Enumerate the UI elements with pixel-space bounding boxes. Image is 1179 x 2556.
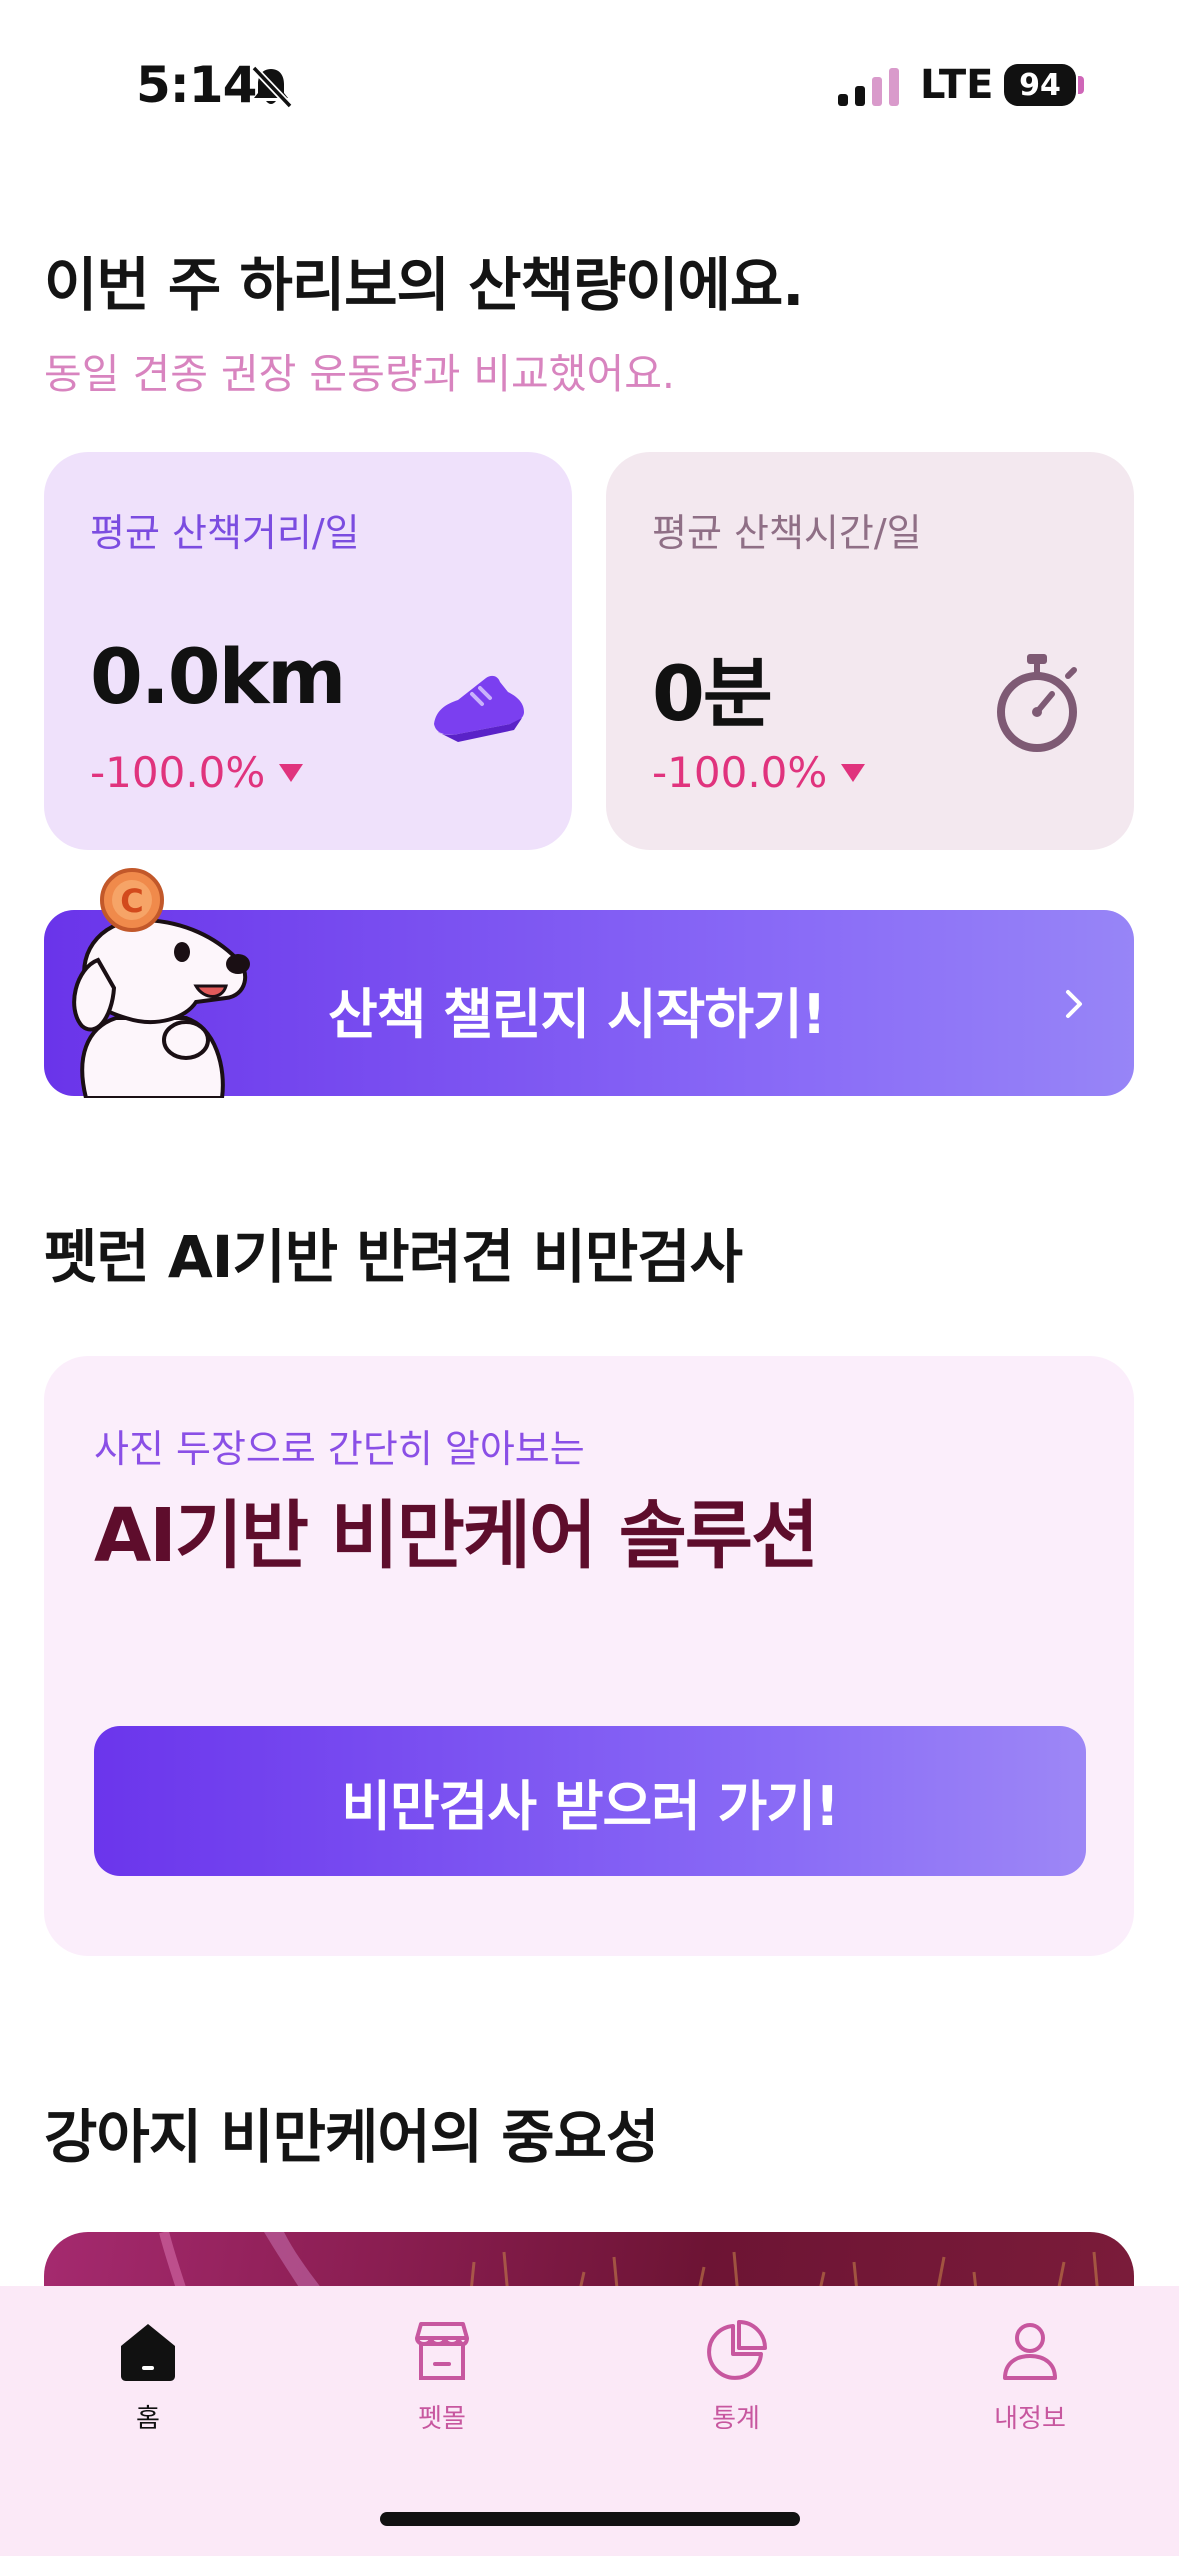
battery-level: 94 <box>1019 67 1061 103</box>
distance-value: 0.0km <box>90 632 346 721</box>
distance-label: 평균 산책거리/일 <box>90 511 360 555</box>
time-label: 평균 산책시간/일 <box>652 511 922 555</box>
tab-label-home: 홈 <box>136 2404 160 2434</box>
home-indicator <box>380 2512 800 2526</box>
ai-section-title: 펫런 AI기반 반려견 비만검사 <box>44 1223 743 1291</box>
walk-summary-title: 이번 주 하리보의 산책량이에요. <box>44 251 804 319</box>
tab-label-my-info: 내정보 <box>994 2404 1066 2434</box>
pie-chart-icon <box>707 2320 767 2380</box>
bell-muted-icon <box>251 65 293 109</box>
shoe-icon <box>434 675 524 742</box>
challenge-label: 산책 챌린지 시작하기! <box>328 983 826 1046</box>
signal-strength-icon <box>838 68 899 106</box>
coin-letter: C <box>120 882 143 920</box>
home-screen: 5:14 LTE 94 이번 주 하리보의 산책량이에요. 동일 견종 권장 운… <box>0 0 1179 2556</box>
time-change-value: -100.0% <box>652 748 828 797</box>
store-icon <box>415 2322 469 2380</box>
status-time: 5:14 <box>136 56 257 114</box>
tab-home[interactable]: 홈 <box>48 2318 248 2448</box>
distance-change: -100.0% <box>90 748 304 797</box>
ai-card-title: AI기반 비만케어 솔루션 <box>94 1493 819 1579</box>
home-icon <box>121 2324 175 2381</box>
importance-section-title: 강아지 비만케어의 중요성 <box>44 2103 659 2171</box>
tab-petmall[interactable]: 펫몰 <box>342 2318 542 2448</box>
dog-mascot-illustration: C <box>72 868 250 1098</box>
time-change: -100.0% <box>652 748 866 797</box>
tab-statistics[interactable]: 통계 <box>636 2318 836 2448</box>
tab-my-info[interactable]: 내정보 <box>930 2318 1130 2448</box>
tab-label-petmall: 펫몰 <box>418 2404 466 2434</box>
status-bar: 5:14 LTE 94 <box>0 0 1179 150</box>
down-triangle-icon <box>841 763 866 782</box>
time-stat-card[interactable]: 평균 산책시간/일 0분 -100.0% <box>606 452 1134 850</box>
distance-change-value: -100.0% <box>90 748 266 797</box>
ai-card-subtitle: 사진 두장으로 간단히 알아보는 <box>94 1427 585 1471</box>
walk-summary-subtitle: 동일 견종 권장 운동량과 비교했어요. <box>44 350 675 398</box>
battery-indicator: 94 <box>1004 64 1076 106</box>
ai-obesity-card: 사진 두장으로 간단히 알아보는 AI기반 비만케어 솔루션 비만검사 받으러 … <box>44 1356 1134 1956</box>
chevron-right-icon <box>1066 990 1082 1018</box>
person-icon <box>1003 2323 1057 2380</box>
stopwatch-icon <box>997 654 1077 752</box>
distance-stat-card[interactable]: 평균 산책거리/일 0.0km -100.0% <box>44 452 572 850</box>
network-type: LTE <box>920 62 994 108</box>
obesity-test-button[interactable]: 비만검사 받으러 가기! <box>94 1726 1086 1876</box>
time-value: 0분 <box>652 649 773 738</box>
battery-tip <box>1078 76 1084 94</box>
tab-label-statistics: 통계 <box>712 2404 760 2434</box>
down-triangle-icon <box>279 763 304 782</box>
